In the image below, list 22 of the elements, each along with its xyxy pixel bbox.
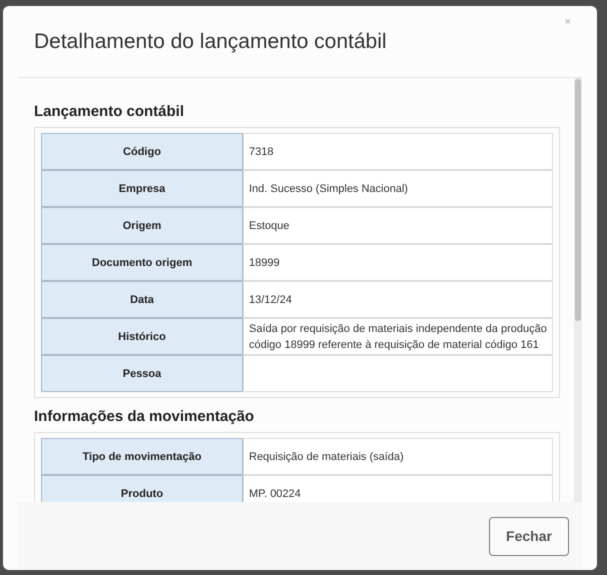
field-value: Saída por requisição de materiais independente da produção código 18999 referente à requisição de material código 161: [243, 318, 553, 355]
field-label: Data: [41, 281, 243, 318]
field-label: Tipo de movimentação: [41, 438, 243, 475]
field-label: Documento origem: [41, 244, 243, 281]
field-label: Produto: [41, 475, 243, 502]
field-label: Código: [41, 133, 243, 170]
field-label: Empresa: [41, 170, 243, 207]
field-label: Pessoa: [41, 355, 243, 392]
field-label: Histórico: [41, 318, 243, 355]
dialog-title: Detalhamento do lançamento contábil: [34, 30, 387, 54]
field-value: 18999: [243, 244, 553, 281]
field-value: Ind. Sucesso (Simples Nacional): [243, 170, 553, 207]
field-value: 13/12/24: [243, 281, 553, 318]
field-value: Requisição de materiais (saída): [243, 438, 553, 475]
field-value: Estoque: [243, 207, 553, 244]
section-heading: Informações da movimentação: [34, 407, 256, 427]
field-value: MP. 00224: [243, 475, 553, 502]
scrollbar[interactable]: [574, 78, 582, 502]
close-dialog-button[interactable]: Fechar: [489, 516, 569, 556]
field-value: 7318: [243, 133, 553, 170]
field-label: Origem: [41, 207, 243, 244]
section-heading: Lançamento contábil: [34, 102, 186, 122]
